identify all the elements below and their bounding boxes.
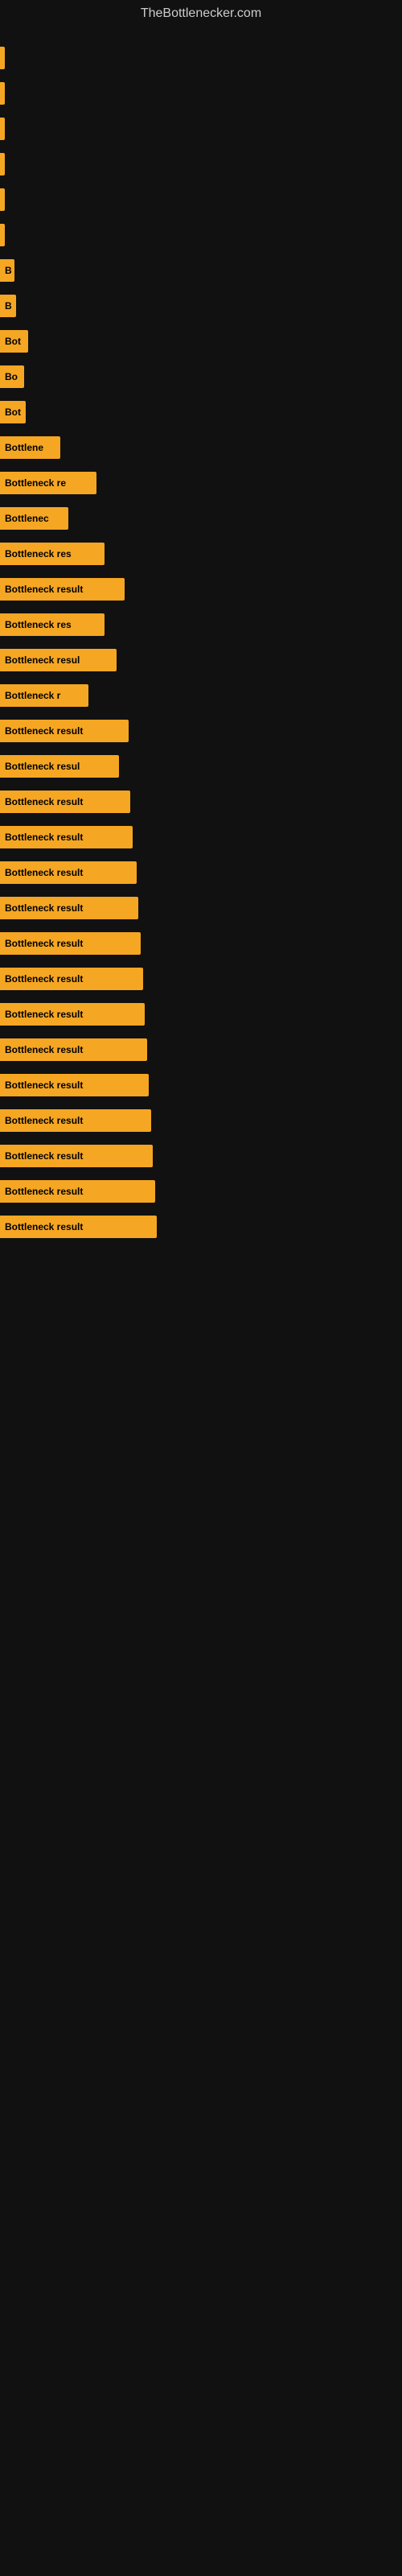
bar-row: Bottleneck result xyxy=(0,716,402,745)
bar-label: Bottleneck result xyxy=(5,938,83,949)
bar-label: Bottleneck res xyxy=(5,619,72,630)
bar-row xyxy=(0,185,402,214)
bottleneck-bar: Bottleneck result xyxy=(0,1216,157,1238)
bar-row: Bot xyxy=(0,327,402,356)
bar-row: Bottleneck result xyxy=(0,1000,402,1029)
bar-label: Bottleneck res xyxy=(5,548,72,559)
bottleneck-bar xyxy=(0,82,5,105)
bottleneck-bar: Bottleneck resul xyxy=(0,755,119,778)
bar-row: B xyxy=(0,291,402,320)
bar-label: Bottleneck result xyxy=(5,867,83,878)
bar-label: Bottleneck result xyxy=(5,1186,83,1197)
bar-label: B xyxy=(5,300,12,312)
bottleneck-bar: Bottlene xyxy=(0,436,60,459)
bars-container: B B Bot Bo Bot Bottlene Bottleneck re Bottlenec… xyxy=(0,27,402,1248)
bottleneck-bar: Bottleneck resul xyxy=(0,649,117,671)
bottleneck-bar: Bottleneck result xyxy=(0,897,138,919)
bar-row: Bottleneck result xyxy=(0,1141,402,1170)
bottleneck-bar xyxy=(0,47,5,69)
bar-label: Bottleneck result xyxy=(5,725,83,737)
bar-row xyxy=(0,221,402,250)
bottleneck-bar: Bottleneck result xyxy=(0,1145,153,1167)
site-title: TheBottlenecker.com xyxy=(0,0,402,27)
bar-row: Bottleneck resul xyxy=(0,646,402,675)
bar-row: B xyxy=(0,256,402,285)
bottleneck-bar: Bot xyxy=(0,401,26,423)
bar-row xyxy=(0,150,402,179)
bar-label: Bottlenec xyxy=(5,513,49,524)
bar-label: Bottleneck r xyxy=(5,690,60,701)
bar-label: Bottleneck result xyxy=(5,584,83,595)
bar-label: Bottleneck result xyxy=(5,973,83,985)
bar-row xyxy=(0,114,402,143)
bar-label: Bottleneck result xyxy=(5,832,83,843)
bottleneck-bar xyxy=(0,188,5,211)
bar-row: Bottleneck re xyxy=(0,469,402,497)
bar-row: Bottleneck result xyxy=(0,894,402,923)
bar-label: Bot xyxy=(5,407,21,418)
bottleneck-bar: Bot xyxy=(0,330,28,353)
bottleneck-bar: Bottleneck result xyxy=(0,932,141,955)
bottleneck-bar: Bottleneck result xyxy=(0,1003,145,1026)
bar-row: Bottleneck result xyxy=(0,929,402,958)
bottleneck-bar: B xyxy=(0,259,14,282)
bottleneck-bar: Bottleneck re xyxy=(0,472,96,494)
bar-row: Bot xyxy=(0,398,402,427)
bottleneck-bar xyxy=(0,224,5,246)
bottleneck-bar: Bottleneck result xyxy=(0,1180,155,1203)
bar-label: Bottleneck result xyxy=(5,1009,83,1020)
bar-row: Bottleneck result xyxy=(0,858,402,887)
bar-row: Bottleneck result xyxy=(0,1177,402,1206)
site-title-text: TheBottlenecker.com xyxy=(141,6,261,20)
bar-row: Bottleneck result xyxy=(0,787,402,816)
bar-row: Bottleneck res xyxy=(0,539,402,568)
bar-label: Bot xyxy=(5,336,21,347)
bar-row: Bottleneck result xyxy=(0,1212,402,1241)
bar-label: Bottleneck result xyxy=(5,1150,83,1162)
bar-row: Bottleneck result xyxy=(0,575,402,604)
bar-label: Bottleneck re xyxy=(5,477,66,489)
bottleneck-bar: B xyxy=(0,295,16,317)
bar-label: Bottleneck result xyxy=(5,796,83,807)
bottleneck-bar: Bottleneck result xyxy=(0,791,130,813)
bar-label: Bottleneck result xyxy=(5,1221,83,1232)
bottleneck-bar: Bottleneck r xyxy=(0,684,88,707)
bar-row xyxy=(0,79,402,108)
bottleneck-bar: Bottleneck result xyxy=(0,1074,149,1096)
bottleneck-bar: Bottleneck result xyxy=(0,826,133,848)
bar-label: Bottleneck result xyxy=(5,1044,83,1055)
bottleneck-bar: Bottleneck res xyxy=(0,613,105,636)
bar-row: Bottleneck result xyxy=(0,1106,402,1135)
bottleneck-bar: Bottleneck result xyxy=(0,968,143,990)
bottleneck-bar: Bottleneck result xyxy=(0,861,137,884)
bar-row: Bottleneck result xyxy=(0,1071,402,1100)
bottleneck-bar xyxy=(0,153,5,175)
bottleneck-bar: Bottlenec xyxy=(0,507,68,530)
bar-row: Bottlenec xyxy=(0,504,402,533)
bar-label: Bo xyxy=(5,371,18,382)
bottleneck-bar: Bottleneck result xyxy=(0,1038,147,1061)
bottleneck-bar: Bo xyxy=(0,365,24,388)
bar-label: Bottleneck result xyxy=(5,1115,83,1126)
bar-label: Bottleneck result xyxy=(5,902,83,914)
bottleneck-bar xyxy=(0,118,5,140)
bar-row: Bottleneck res xyxy=(0,610,402,639)
bottleneck-bar: Bottleneck result xyxy=(0,720,129,742)
bar-row: Bo xyxy=(0,362,402,391)
bar-row: Bottleneck result xyxy=(0,823,402,852)
bar-label: Bottleneck resul xyxy=(5,654,80,666)
bottleneck-bar: Bottleneck res xyxy=(0,543,105,565)
bar-row: Bottleneck result xyxy=(0,964,402,993)
bar-row: Bottleneck resul xyxy=(0,752,402,781)
bar-label: Bottleneck resul xyxy=(5,761,80,772)
bottleneck-bar: Bottleneck result xyxy=(0,578,125,601)
bar-row: Bottlene xyxy=(0,433,402,462)
bar-label: B xyxy=(5,265,12,276)
bar-label: Bottleneck result xyxy=(5,1080,83,1091)
bar-row: Bottleneck result xyxy=(0,1035,402,1064)
bar-label: Bottlene xyxy=(5,442,43,453)
bar-row: Bottleneck r xyxy=(0,681,402,710)
bar-row xyxy=(0,43,402,72)
bottleneck-bar: Bottleneck result xyxy=(0,1109,151,1132)
